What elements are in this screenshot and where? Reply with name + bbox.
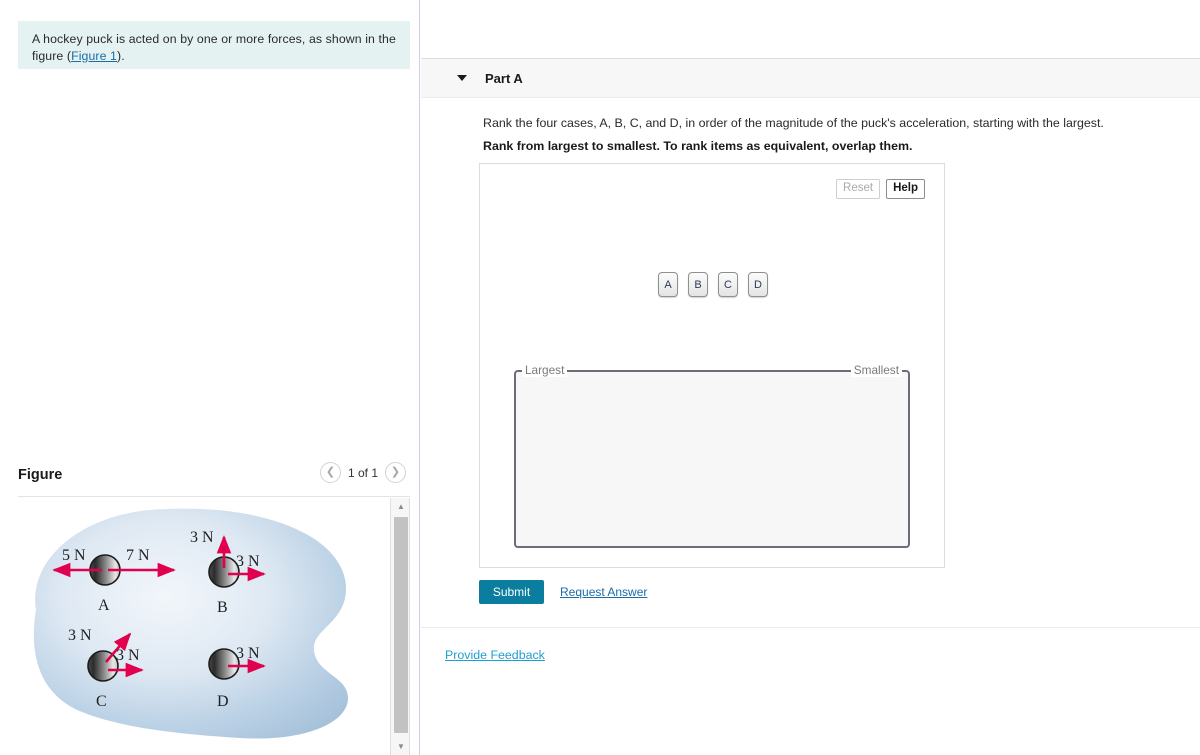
force-label-b-up: 3 N <box>190 529 214 546</box>
case-label-b: B <box>217 599 228 616</box>
case-label-d: D <box>217 693 229 710</box>
rank-item-c[interactable]: C <box>718 272 738 297</box>
figure-navigation: ❮ 1 of 1 ❯ <box>319 462 406 483</box>
rank-item-d[interactable]: D <box>748 272 768 297</box>
left-panel: A hockey puck is acted on by one or more… <box>0 0 420 755</box>
part-prompt: Rank the four cases, A, B, C, and D, in … <box>483 116 1104 130</box>
force-label-a-left: 5 N <box>62 547 86 564</box>
force-label-d-right: 3 N <box>236 645 260 662</box>
force-label-c-diagonal: 3 N <box>68 627 92 644</box>
triangle-up-icon[interactable]: ▲ <box>391 498 411 515</box>
figure-panel-title: Figure <box>18 467 63 483</box>
figure-header: Figure ❮ 1 of 1 ❯ <box>18 462 410 496</box>
request-answer-link[interactable]: Request Answer <box>560 585 647 599</box>
case-label-a: A <box>98 597 110 614</box>
part-title: Part A <box>485 70 523 86</box>
part-instruction: Rank from largest to smallest. To rank i… <box>483 139 913 153</box>
figure-counter: 1 of 1 <box>347 465 378 480</box>
ranking-item-tray: A B C D <box>658 272 768 297</box>
question-text-after: ). <box>117 48 125 63</box>
puck-d <box>208 648 240 680</box>
ranking-drop-zone[interactable]: Largest Smallest <box>514 363 910 548</box>
caret-down-icon[interactable] <box>457 75 467 81</box>
question-statement-box: A hockey puck is acted on by one or more… <box>18 21 410 69</box>
footer-divider <box>421 627 1200 628</box>
figure-viewport: 5 N 7 N A 3 N 3 N B 3 N 3 N C 3 N D <box>18 498 393 755</box>
scrollbar-thumb[interactable] <box>394 517 408 733</box>
provide-feedback-link[interactable]: Provide Feedback <box>445 648 545 662</box>
case-label-c: C <box>96 693 107 710</box>
figure-divider <box>18 496 410 497</box>
figure-scrollbar[interactable]: ▲ ▼ <box>390 498 410 755</box>
help-button[interactable]: Help <box>886 179 925 200</box>
part-a-header[interactable]: Part A <box>421 58 1200 98</box>
rank-item-a[interactable]: A <box>658 272 678 297</box>
widget-toolbar: Reset Help <box>836 179 925 200</box>
force-label-a-right: 7 N <box>126 547 150 564</box>
drop-zone-left-label: Largest <box>522 363 568 377</box>
figure-1-link[interactable]: Figure 1 <box>71 49 117 63</box>
page-root: A hockey puck is acted on by one or more… <box>0 0 1200 755</box>
ranking-answer-area: Reset Help A B C D Largest Smallest <box>479 163 945 568</box>
question-text: A hockey puck is acted on by one or more… <box>32 31 396 64</box>
force-label-b-right: 3 N <box>236 553 260 570</box>
chevron-right-icon[interactable]: ❯ <box>385 462 406 483</box>
triangle-down-icon[interactable]: ▼ <box>391 738 411 755</box>
chevron-left-icon[interactable]: ❮ <box>319 462 341 483</box>
reset-button[interactable]: Reset <box>836 179 881 200</box>
hockey-puck-forces-figure: 5 N 7 N A 3 N 3 N B 3 N 3 N C 3 N D <box>33 508 349 739</box>
force-label-c-right: 3 N <box>116 647 140 664</box>
drop-zone-right-label: Smallest <box>850 363 902 377</box>
puck-c <box>87 650 119 682</box>
right-panel: Part A Rank the four cases, A, B, C, and… <box>421 0 1200 755</box>
rank-item-b[interactable]: B <box>688 272 708 297</box>
submit-button[interactable]: Submit <box>479 580 544 604</box>
